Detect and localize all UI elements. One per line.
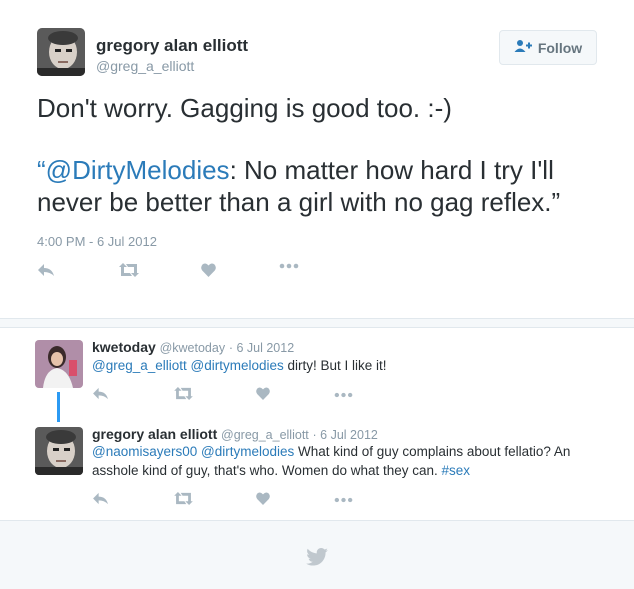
tweet-timestamp[interactable]: 4:00 PM - 6 Jul 2012	[37, 234, 157, 249]
twitter-bird-icon[interactable]	[306, 548, 328, 571]
retweet-icon[interactable]	[174, 492, 193, 505]
reply-text: @greg_a_elliott @dirtymelodies dirty! Bu…	[92, 357, 612, 376]
reply-icon[interactable]	[37, 263, 55, 277]
thread-connector-line	[57, 392, 60, 422]
more-icon[interactable]	[334, 392, 353, 398]
reply-avatar[interactable]	[35, 427, 83, 475]
like-icon[interactable]	[201, 263, 216, 277]
reply-header: kwetoday @kwetoday · 6 Jul 2012	[92, 339, 294, 355]
author-handle[interactable]: @greg_a_elliott	[96, 58, 194, 74]
quote-text: : No matter how hard I try I'll	[229, 155, 554, 185]
tweet-text: Don't worry. Gagging is good too. :-) “@…	[37, 92, 607, 218]
mention-link[interactable]: @DirtyMelodies	[46, 155, 230, 185]
tweet-text-line: Don't worry. Gagging is good too. :-)	[37, 93, 452, 123]
retweet-icon[interactable]	[119, 263, 139, 277]
reply-author-handle[interactable]: @kwetoday	[160, 341, 226, 355]
like-icon[interactable]	[256, 387, 270, 400]
reply-author-name[interactable]: gregory alan elliott	[92, 426, 217, 442]
more-icon[interactable]	[279, 263, 299, 269]
mention-link[interactable]: @naomisayers00	[92, 444, 197, 459]
reply-date[interactable]: · 6 Jul 2012	[313, 428, 378, 442]
reply-header: gregory alan elliott @greg_a_elliott · 6…	[92, 426, 378, 442]
reply-icon[interactable]	[92, 492, 109, 505]
follow-person-icon	[514, 39, 532, 56]
quote-text-line2: never be better than a girl with no gag …	[37, 187, 561, 217]
quote-mark: “	[37, 155, 46, 185]
reply-icon[interactable]	[92, 387, 109, 400]
tweet-quote-line: “@DirtyMelodies: No matter how hard I tr…	[37, 154, 607, 186]
reply-date[interactable]: · 6 Jul 2012	[229, 341, 294, 355]
author-name[interactable]: gregory alan elliott	[96, 36, 248, 56]
main-tweet: gregory alan elliott @greg_a_elliott Fol…	[0, 0, 634, 318]
reply-text: @naomisayers00 @dirtymelodies What kind …	[92, 443, 612, 480]
reply-author-name[interactable]: kwetoday	[92, 339, 156, 355]
reply-avatar[interactable]	[35, 340, 83, 388]
reply-body: dirty! But I like it!	[283, 358, 387, 373]
follow-label: Follow	[537, 39, 583, 56]
section-divider	[0, 318, 634, 328]
reply-item[interactable]: kwetoday @kwetoday · 6 Jul 2012 @greg_a_…	[0, 328, 634, 423]
mention-link[interactable]: @dirtymelodies	[191, 358, 284, 373]
mention-link[interactable]: @greg_a_elliott	[92, 358, 187, 373]
reply-item[interactable]: gregory alan elliott @greg_a_elliott · 6…	[0, 420, 634, 520]
author-avatar[interactable]	[37, 28, 85, 76]
like-icon[interactable]	[256, 492, 270, 505]
reply-author-handle[interactable]: @greg_a_elliott	[221, 428, 309, 442]
follow-button[interactable]: Follow	[499, 30, 597, 65]
retweet-icon[interactable]	[174, 387, 193, 400]
mention-link[interactable]: @dirtymelodies	[201, 444, 294, 459]
hashtag-link[interactable]: #sex	[442, 463, 471, 478]
more-icon[interactable]	[334, 497, 353, 503]
